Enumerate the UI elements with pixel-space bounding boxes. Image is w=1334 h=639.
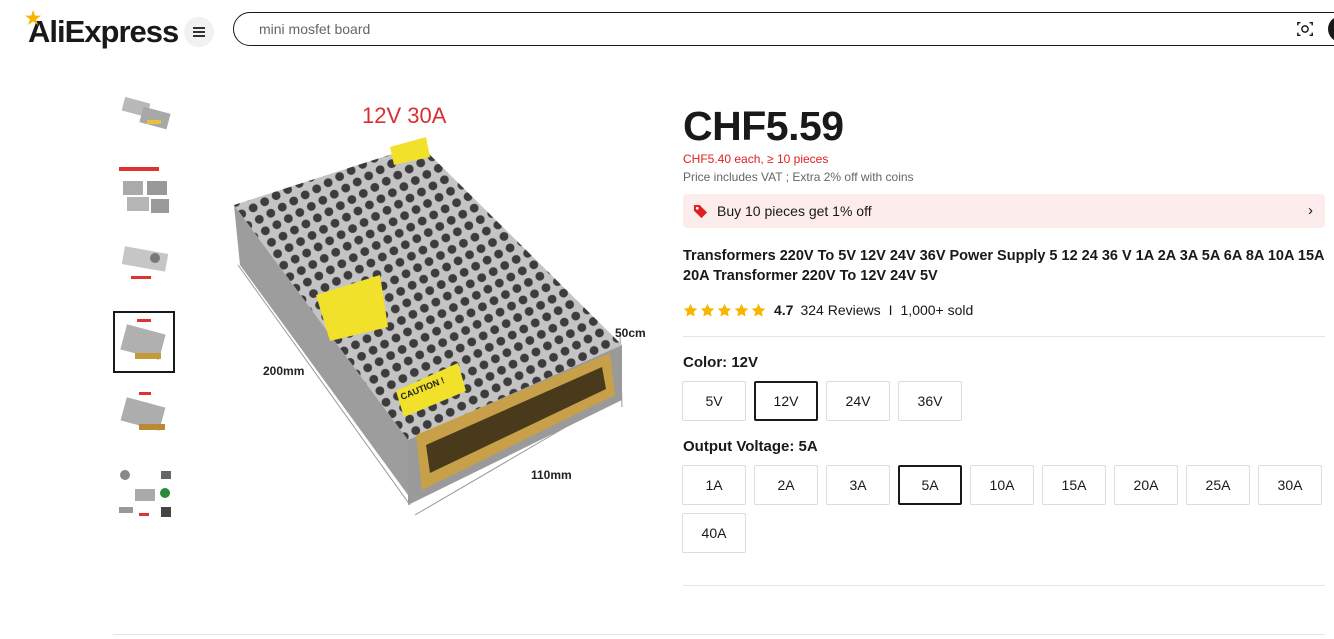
- rating-stars: [683, 303, 766, 318]
- menu-button[interactable]: [184, 17, 214, 47]
- rating-score: 4.7: [774, 302, 794, 318]
- rating-row: 4.7 324 Reviews I 1,000+ sold: [683, 302, 973, 318]
- color-selected-value: 12V: [731, 354, 759, 371]
- divider: [683, 336, 1325, 337]
- thumbnail[interactable]: [113, 236, 175, 298]
- dimension-depth: 110mm: [531, 468, 572, 482]
- thumbnail[interactable]: [113, 161, 175, 223]
- image-search-icon[interactable]: [1296, 20, 1314, 38]
- search-bar: [233, 12, 1334, 46]
- thumbnail[interactable]: [113, 86, 175, 148]
- search-input[interactable]: [257, 20, 1161, 38]
- divider: [683, 585, 1325, 586]
- color-option-24v[interactable]: 24V: [826, 381, 890, 421]
- voltage-option-30a[interactable]: 30A: [1258, 465, 1322, 505]
- thumbnail-list: [113, 86, 179, 536]
- voltage-option-20a[interactable]: 20A: [1114, 465, 1178, 505]
- vat-note: Price includes VAT ; Extra 2% off with c…: [683, 170, 914, 184]
- reviews-link[interactable]: 324 Reviews: [800, 302, 880, 318]
- voltage-option-10a[interactable]: 10A: [970, 465, 1034, 505]
- thumbnail-image: [120, 319, 166, 360]
- promo-text: Buy 10 pieces get 1% off: [717, 203, 872, 219]
- star-icon: [683, 303, 698, 316]
- voltage-option-25a[interactable]: 25A: [1186, 465, 1250, 505]
- search-button[interactable]: [1328, 16, 1334, 42]
- voltage-option-5a[interactable]: 5A: [898, 465, 962, 505]
- thumbnail-image: [119, 167, 169, 213]
- thumbnail-image: [120, 392, 166, 431]
- dimension-height: 50cm: [615, 326, 646, 340]
- voltage-option-15a[interactable]: 15A: [1042, 465, 1106, 505]
- main-product-image[interactable]: 12V 30A CAUTION ! 200mm 110mm 50cm: [230, 95, 660, 535]
- bulk-price: CHF5.40 each, ≥ 10 pieces: [683, 152, 829, 166]
- dimension-width: 200mm: [263, 364, 304, 378]
- star-icon: [751, 303, 766, 316]
- sold-count: 1,000+ sold: [900, 302, 974, 318]
- thumbnail[interactable]: [113, 461, 175, 523]
- product-title: Transformers 220V To 5V 12V 24V 36V Powe…: [683, 248, 1324, 284]
- voltage-option-1a[interactable]: 1A: [682, 465, 746, 505]
- color-option-36v[interactable]: 36V: [898, 381, 962, 421]
- voltage-option-40a[interactable]: 40A: [682, 513, 746, 553]
- thumbnail-image: [121, 96, 171, 130]
- thumbnail-image: [121, 246, 169, 279]
- voltage-option-label: Output Voltage: 5A: [683, 438, 818, 455]
- star-icon: [734, 303, 749, 316]
- tag-icon: [693, 204, 708, 219]
- logo-star-icon: ★: [25, 8, 41, 28]
- thumbnail-selected[interactable]: [113, 311, 175, 373]
- star-icon: [700, 303, 715, 316]
- color-option-label: Color: 12V: [683, 354, 759, 371]
- thumbnail-image: [119, 470, 171, 517]
- product-price: CHF5.59: [683, 103, 844, 149]
- rating-separator: I: [888, 302, 893, 318]
- promo-banner[interactable]: Buy 10 pieces get 1% off ›: [683, 194, 1325, 228]
- image-label: 12V 30A: [362, 103, 447, 128]
- color-option-12v[interactable]: 12V: [754, 381, 818, 421]
- logo-text: AliExpress: [28, 14, 179, 49]
- voltage-option-3a[interactable]: 3A: [826, 465, 890, 505]
- chevron-right-icon: ›: [1308, 202, 1313, 219]
- aliexpress-logo[interactable]: ★ AliExpress: [25, 8, 179, 50]
- divider: [113, 634, 1325, 635]
- color-option-5v[interactable]: 5V: [682, 381, 746, 421]
- thumbnail[interactable]: [113, 386, 175, 448]
- voltage-option-2a[interactable]: 2A: [754, 465, 818, 505]
- star-icon: [717, 303, 732, 316]
- voltage-selected-value: 5A: [798, 438, 818, 455]
- hamburger-icon: [193, 31, 205, 33]
